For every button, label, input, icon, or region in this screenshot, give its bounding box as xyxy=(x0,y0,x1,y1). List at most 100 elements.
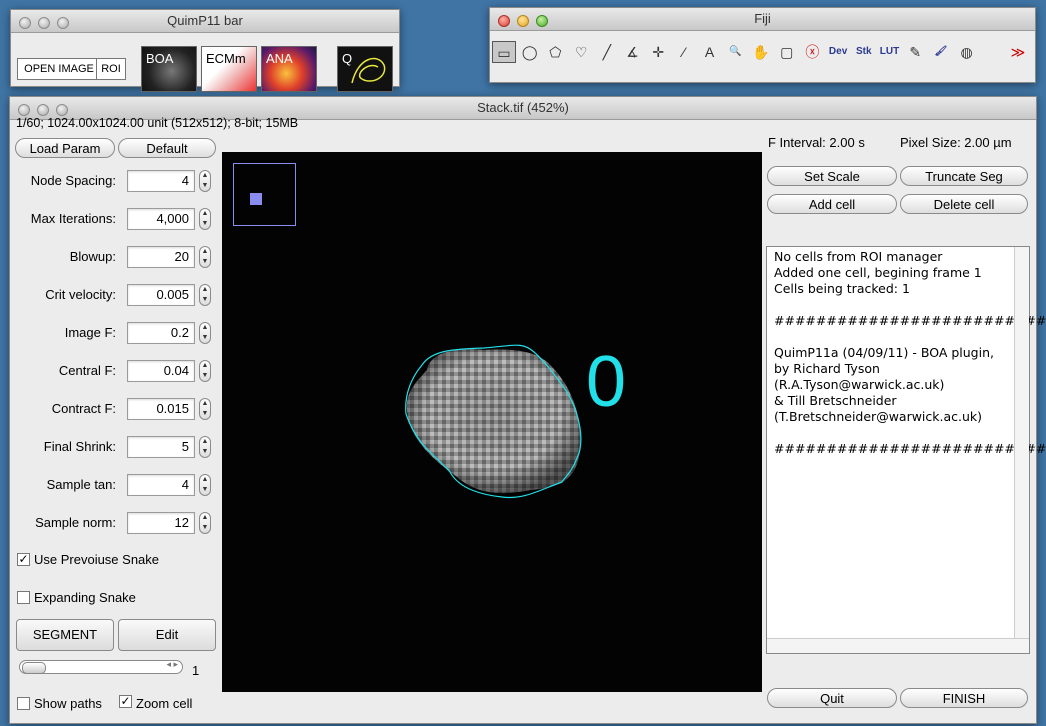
f-interval-label: F Interval: 2.00 s xyxy=(768,135,865,150)
flood-fill-icon[interactable]: ◍ xyxy=(955,41,979,63)
image-canvas[interactable]: 0 xyxy=(222,152,762,692)
log-scrollbar[interactable] xyxy=(1014,247,1029,653)
fiji-window: Fiji ▭ ◯ ⬠ ♡ ╱ ∡ ✛ ⁄ A 🔍 ✋ ▢ ⓧ Dev Stk LUT ✎ 🖌 ◍ ≫ xyxy=(489,7,1036,83)
param-input[interactable]: 4 xyxy=(127,170,195,192)
log-text-area[interactable]: No cells from ROI manager Added one cell… xyxy=(766,246,1046,654)
finish-button[interactable]: FINISH xyxy=(900,688,1028,708)
window-controls xyxy=(498,12,555,34)
segment-button[interactable]: SEGMENT xyxy=(16,619,114,651)
stk-menu-icon[interactable]: Stk xyxy=(852,41,876,63)
use-previous-snake-checkbox[interactable]: ✓ xyxy=(17,553,30,566)
fiji-titlebar[interactable]: Fiji xyxy=(490,8,1035,31)
zoom-cell-label: Zoom cell xyxy=(136,696,193,711)
use-previous-snake-label: Use Prevoiuse Snake xyxy=(34,552,160,567)
param-stepper[interactable]: ▲ ▼ xyxy=(199,436,211,458)
ecmm-plugin-button[interactable]: ECMm xyxy=(201,46,257,92)
window-title: Stack.tif (452%) xyxy=(477,100,569,115)
show-paths-checkbox[interactable] xyxy=(17,697,30,710)
load-param-button[interactable]: Load Param xyxy=(15,138,115,158)
q-plugin-button[interactable]: Q xyxy=(337,46,393,92)
minimize-window-icon[interactable] xyxy=(37,104,49,116)
more-tools-icon[interactable]: ≫ xyxy=(1006,41,1030,63)
color-picker-icon[interactable]: ▢ xyxy=(775,41,799,63)
window-title: Fiji xyxy=(754,11,771,26)
default-button[interactable]: Default xyxy=(118,138,216,158)
ecmm-label: ECMm xyxy=(206,51,246,66)
oval-tool-icon[interactable]: ◯ xyxy=(518,41,542,63)
ana-label: ANA xyxy=(266,51,293,66)
set-scale-button[interactable]: Set Scale xyxy=(767,166,897,186)
quimp-bar-titlebar[interactable]: QuimP11 bar xyxy=(11,10,399,33)
param-stepper[interactable]: ▲ ▼ xyxy=(199,284,211,306)
frame-slider-thumb[interactable] xyxy=(22,662,46,674)
zoom-window-icon[interactable] xyxy=(56,104,68,116)
add-cell-button[interactable]: Add cell xyxy=(767,194,897,214)
param-stepper[interactable]: ▲ ▼ xyxy=(199,360,211,382)
zoom-window-icon[interactable] xyxy=(57,17,69,29)
boa-plugin-button[interactable]: BOA xyxy=(141,46,197,92)
expanding-snake-label: Expanding Snake xyxy=(34,590,136,605)
blank-tool-icon[interactable] xyxy=(980,41,1004,63)
param-input[interactable]: 0.005 xyxy=(127,284,195,306)
ana-plugin-button[interactable]: ANA xyxy=(261,46,317,92)
wand-tool-icon[interactable]: ⁄ xyxy=(672,41,696,63)
param-input[interactable]: 4,000 xyxy=(127,208,195,230)
cancel-tool-icon[interactable]: ⓧ xyxy=(800,41,824,63)
param-stepper[interactable]: ▲ ▼ xyxy=(199,208,211,230)
cell-graphic: 0 xyxy=(405,342,626,499)
freehand-tool-icon[interactable]: ♡ xyxy=(569,41,593,63)
param-label: Final Shrink: xyxy=(43,439,116,454)
log-hscrollbar[interactable] xyxy=(767,638,1029,653)
zoom-cell-checkbox[interactable]: ✓ xyxy=(119,695,132,708)
boa-label: BOA xyxy=(146,51,174,66)
line-tool-icon[interactable]: ╱ xyxy=(595,41,619,63)
param-stepper[interactable]: ▲ ▼ xyxy=(199,512,211,534)
rectangle-tool-icon[interactable]: ▭ xyxy=(492,41,516,63)
frame-slider[interactable]: ◂ ▸ xyxy=(19,659,183,674)
point-tool-icon[interactable]: ✛ xyxy=(646,41,670,63)
param-input[interactable]: 0.015 xyxy=(127,398,195,420)
param-input[interactable]: 4 xyxy=(127,474,195,496)
dev-menu-icon[interactable]: Dev xyxy=(826,41,850,63)
hand-tool-icon[interactable]: ✋ xyxy=(749,41,773,63)
show-paths-label: Show paths xyxy=(34,696,102,711)
param-input[interactable]: 20 xyxy=(127,246,195,268)
param-label: Max Iterations: xyxy=(30,211,116,226)
param-stepper[interactable]: ▲ ▼ xyxy=(199,322,211,344)
lut-menu-icon[interactable]: LUT xyxy=(878,41,902,63)
pencil-tool-icon[interactable]: ✎ xyxy=(903,41,927,63)
delete-cell-button[interactable]: Delete cell xyxy=(900,194,1028,214)
truncate-seg-button[interactable]: Truncate Seg xyxy=(900,166,1028,186)
window-title: QuimP11 bar xyxy=(167,13,243,28)
minimize-window-icon[interactable] xyxy=(38,17,50,29)
slider-arrows-icon[interactable]: ◂ ▸ xyxy=(166,659,178,670)
open-image-button[interactable]: OPEN IMAGE xyxy=(17,58,101,80)
zoom-window-icon[interactable] xyxy=(536,15,548,27)
close-window-icon[interactable] xyxy=(18,104,30,116)
window-controls xyxy=(19,14,76,36)
param-label: Sample norm: xyxy=(35,515,116,530)
minimize-window-icon[interactable] xyxy=(517,15,529,27)
param-input[interactable]: 12 xyxy=(127,512,195,534)
param-input[interactable]: 0.04 xyxy=(127,360,195,382)
polygon-tool-icon[interactable]: ⬠ xyxy=(543,41,567,63)
edit-button[interactable]: Edit xyxy=(118,619,216,651)
param-stepper[interactable]: ▲ ▼ xyxy=(199,170,211,192)
quit-button[interactable]: Quit xyxy=(767,688,897,708)
brush-tool-icon[interactable]: 🖌 xyxy=(929,41,953,63)
param-stepper[interactable]: ▲ ▼ xyxy=(199,398,211,420)
close-window-icon[interactable] xyxy=(19,17,31,29)
text-tool-icon[interactable]: A xyxy=(698,41,722,63)
param-stepper[interactable]: ▲ ▼ xyxy=(199,246,211,268)
param-stepper[interactable]: ▲ ▼ xyxy=(199,474,211,496)
param-label: Sample tan: xyxy=(46,477,116,492)
magnifier-tool-icon[interactable]: 🔍 xyxy=(723,41,747,63)
q-contour-graphic xyxy=(351,57,386,84)
roi-button[interactable]: ROI xyxy=(96,58,126,80)
angle-tool-icon[interactable]: ∡ xyxy=(621,41,645,63)
image-info: 1/60; 1024.00x1024.00 unit (512x512); 8-… xyxy=(16,116,299,130)
expanding-snake-checkbox[interactable] xyxy=(17,591,30,604)
param-input[interactable]: 0.2 xyxy=(127,322,195,344)
param-input[interactable]: 5 xyxy=(127,436,195,458)
close-window-icon[interactable] xyxy=(498,15,510,27)
